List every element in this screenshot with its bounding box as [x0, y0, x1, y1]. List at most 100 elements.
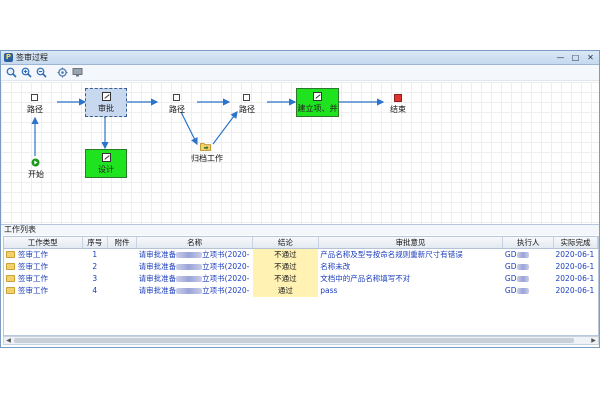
- row-done: 2020-06-1: [555, 262, 595, 271]
- row-executor: GD: [503, 285, 554, 297]
- row-type: 签审工作: [18, 250, 48, 260]
- row-conclusion: 通过: [252, 284, 319, 297]
- col-header-executor[interactable]: 执行人: [502, 237, 555, 249]
- archive-folder-icon: [200, 143, 211, 151]
- monitor-button[interactable]: [71, 66, 84, 79]
- row-executor: GD: [503, 261, 554, 273]
- work-list-header: 工作列表: [1, 224, 599, 235]
- settings-button[interactable]: [56, 66, 69, 79]
- design-node-label: 设计: [98, 164, 114, 174]
- table-row[interactable]: 签审工作 3 请审批准备 立项书(2020- 不通过 文档中的产品名称填写不对 G…: [4, 272, 598, 285]
- setup-node-label: 建立项、并: [297, 103, 338, 113]
- row-conclusion: 不通过: [252, 272, 319, 285]
- path2-node-icon[interactable]: [173, 94, 180, 101]
- path1-node-icon[interactable]: [31, 94, 38, 101]
- table-header-row: 工作类型 序号 附件 名称 结论 审批意见 执行人 实际完成: [4, 237, 598, 249]
- row-name[interactable]: 请审批准备 立项书(2020-: [137, 273, 253, 285]
- row-attach: [107, 261, 136, 273]
- row-name[interactable]: 请审批准备 立项书(2020-: [137, 261, 253, 273]
- path3-node-icon[interactable]: [243, 94, 250, 101]
- row-executor: GD: [503, 273, 554, 285]
- zoom-out-icon: [36, 67, 47, 78]
- col-header-opinion[interactable]: 审批意见: [318, 237, 504, 249]
- work-list-table: 工作类型 序号 附件 名称 结论 审批意见 执行人 实际完成 签审工作 1 请审…: [3, 236, 599, 336]
- row-done: 2020-06-1: [555, 274, 595, 283]
- row-type: 签审工作: [18, 262, 48, 271]
- row-attach: [107, 273, 136, 285]
- row-name[interactable]: 请审批准备 立项书(2020-: [137, 285, 253, 297]
- start-icon: [31, 158, 40, 167]
- row-opinion: 名称未改: [320, 262, 351, 271]
- archive-node-label: 归档工作: [191, 154, 223, 163]
- redacted-text: [516, 252, 529, 259]
- scroll-right-icon[interactable]: ▶: [589, 337, 598, 344]
- col-header-conclusion[interactable]: 结论: [252, 237, 319, 249]
- edge-archive-path3: [212, 111, 238, 145]
- horizontal-scrollbar[interactable]: ◀ ▶: [3, 336, 599, 345]
- path3-node-label: 路径: [239, 105, 255, 114]
- row-executor: GD: [503, 249, 554, 261]
- row-opinion: pass: [320, 286, 338, 295]
- col-header-type[interactable]: 工作类型: [4, 237, 83, 249]
- row-seq: 3: [92, 274, 98, 283]
- col-header-name[interactable]: 名称: [136, 237, 254, 249]
- row-attach: [107, 249, 136, 261]
- scrollbar-thumb[interactable]: [14, 338, 574, 343]
- approve-node[interactable]: 审批: [85, 88, 127, 117]
- path2-node-label: 路径: [169, 105, 185, 114]
- folder-icon: [6, 274, 15, 282]
- minimize-button[interactable]: —: [556, 53, 565, 62]
- app-logo-icon: P: [4, 53, 13, 62]
- row-conclusion: 不通过: [252, 260, 319, 273]
- setup-node[interactable]: 建立项、并: [296, 88, 339, 117]
- design-node[interactable]: 设计: [85, 149, 127, 178]
- start-node-label: 开始: [28, 170, 44, 179]
- row-seq: 4: [92, 286, 98, 295]
- table-row[interactable]: 签审工作 4 请审批准备 立项书(2020- 通过 pass GD 2020-06…: [4, 284, 598, 297]
- settings-icon: [57, 67, 68, 78]
- col-header-seq[interactable]: 序号: [82, 237, 108, 249]
- row-seq: 2: [92, 262, 98, 271]
- table-row[interactable]: 签审工作 2 请审批准备 立项书(2020- 不通过 名称未改 GD 2020-0…: [4, 260, 598, 273]
- workflow-canvas: 路径 审批 开始 设计 路径 归档工作 路径 建立项、并 结束: [1, 82, 599, 224]
- row-conclusion: 不通过: [252, 248, 319, 261]
- zoom-out-button[interactable]: [35, 66, 48, 79]
- end-icon[interactable]: [394, 94, 402, 102]
- folder-icon: [6, 250, 15, 258]
- approve-node-label: 审批: [98, 103, 114, 113]
- table-row[interactable]: 签审工作 1 请审批准备 立项书(2020- 不通过 产品名称及型号按命名规则重新…: [4, 248, 598, 261]
- row-done: 2020-06-1: [555, 286, 595, 295]
- row-type: 签审工作: [18, 286, 48, 295]
- redacted-text: [176, 252, 203, 259]
- end-node-label: 结束: [390, 105, 406, 114]
- edit-icon: [101, 91, 111, 101]
- redacted-text: [176, 276, 203, 282]
- redacted-text: [516, 288, 529, 294]
- row-opinion: 产品名称及型号按命名规则重新尺寸有错误: [320, 250, 463, 260]
- folder-icon: [6, 262, 15, 270]
- monitor-icon: [72, 68, 83, 77]
- sign-review-window: P 签审过程 — □ ✕ 路径 审批 开始 设计 路径 归档工作 路径 建立项、…: [0, 50, 600, 348]
- zoom-in-button[interactable]: [20, 66, 33, 79]
- row-name[interactable]: 请审批准备 立项书(2020-: [137, 249, 253, 261]
- title-bar: P 签审过程 — □ ✕: [1, 51, 599, 65]
- edit-icon: [313, 91, 322, 101]
- restore-button[interactable]: □: [571, 53, 580, 62]
- folder-icon: [6, 286, 15, 294]
- redacted-text: [176, 288, 203, 294]
- zoom-in-icon: [21, 67, 32, 78]
- edit-icon: [101, 152, 111, 162]
- toolbar: [1, 65, 599, 81]
- close-button[interactable]: ✕: [586, 53, 595, 62]
- row-seq: 1: [92, 250, 98, 260]
- zoom-fit-button[interactable]: [5, 66, 18, 79]
- redacted-text: [176, 264, 203, 270]
- edge-path2-archive: [180, 111, 198, 146]
- row-done: 2020-06-1: [555, 250, 595, 260]
- redacted-text: [516, 276, 529, 282]
- col-header-done[interactable]: 实际完成: [553, 237, 598, 249]
- scroll-left-icon[interactable]: ◀: [4, 337, 13, 344]
- row-opinion: 文档中的产品名称填写不对: [320, 274, 411, 283]
- col-header-attach[interactable]: 附件: [107, 237, 138, 249]
- path1-node-label: 路径: [27, 105, 43, 114]
